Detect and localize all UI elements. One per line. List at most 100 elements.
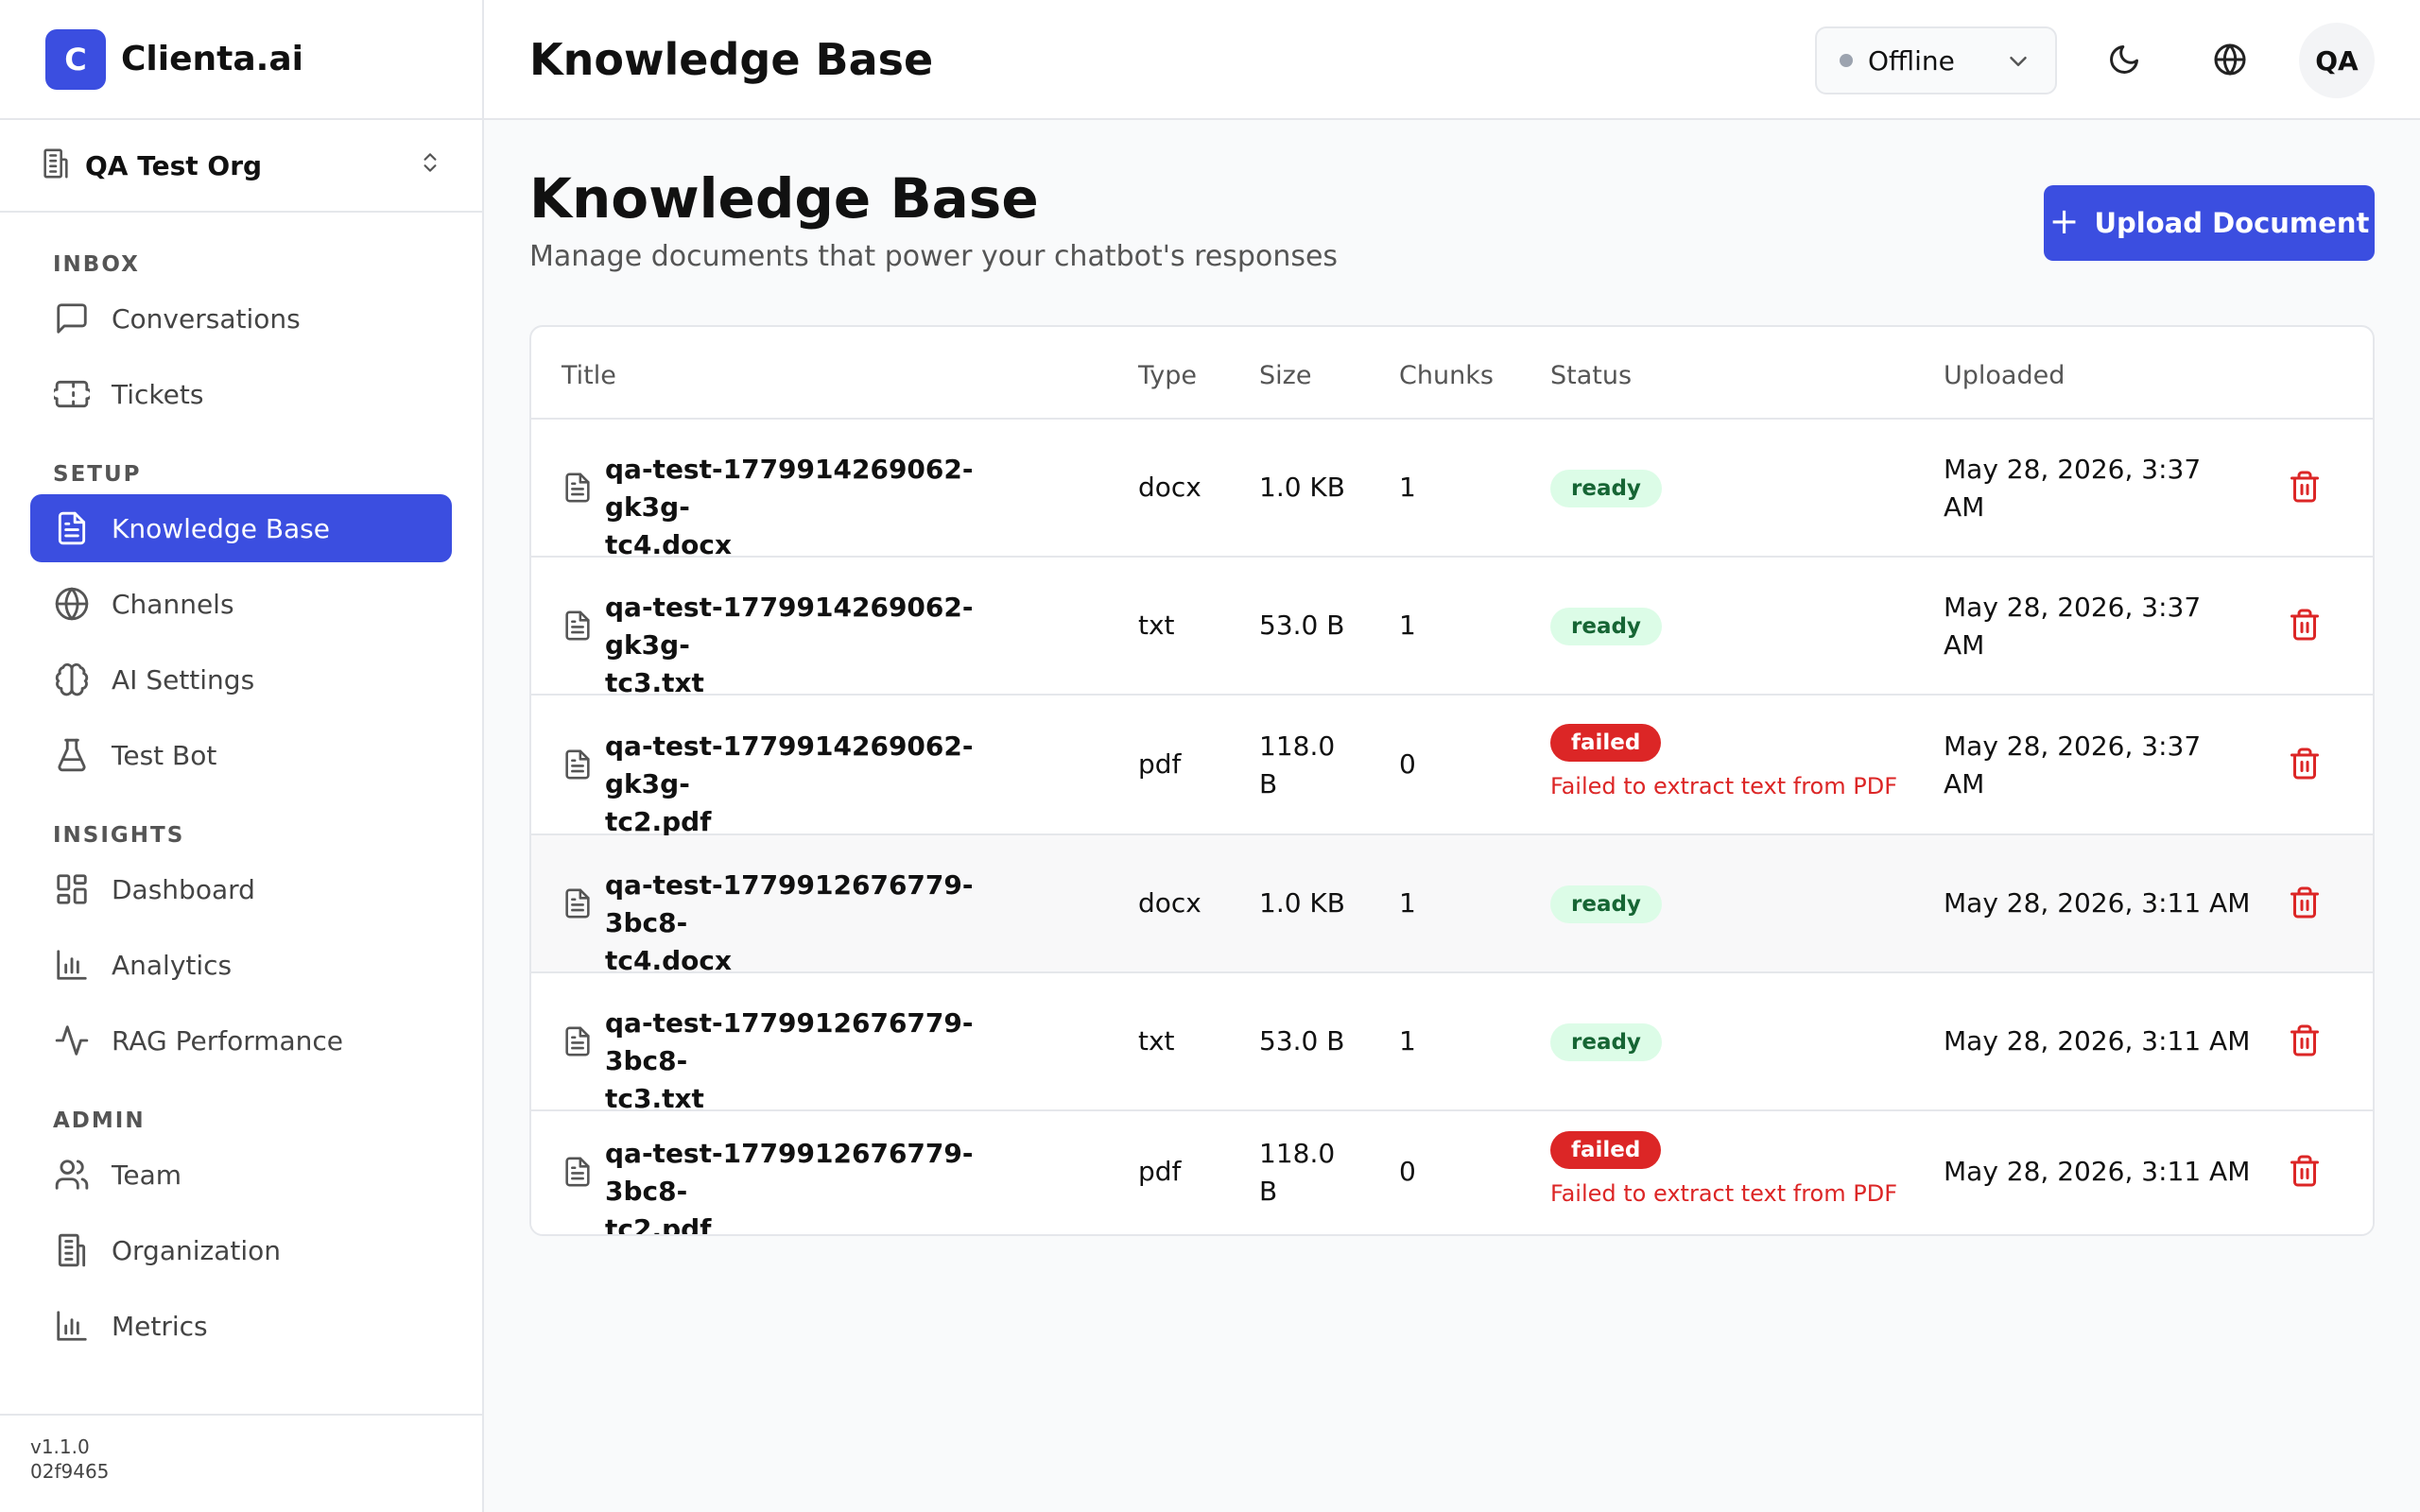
- document-title-line: qa-test-1779914269062-gk3g-: [605, 730, 974, 799]
- avatar[interactable]: QA: [2299, 23, 2375, 98]
- column-header-status[interactable]: Status: [1550, 361, 1632, 390]
- activity-icon: [53, 1022, 91, 1059]
- sidebar-nav: INBOX Conversations Tickets SETUP Knowledge …: [0, 213, 482, 1360]
- sidebar-item-label: Dashboard: [112, 873, 255, 905]
- status-value: Offline: [1868, 44, 1955, 77]
- sidebar-item-analytics[interactable]: Analytics: [30, 931, 452, 999]
- sidebar-item-label: RAG Performance: [112, 1024, 344, 1057]
- status-error-message: Failed to extract text from PDF: [1550, 773, 1897, 799]
- status-error-message: Failed to extract text from PDF: [1550, 1180, 1897, 1207]
- document-size: 118.0 B: [1259, 728, 1335, 803]
- document-uploaded-line: May 28, 2026, 3:37: [1944, 592, 2202, 623]
- table-row[interactable]: qa-test-1779914269062-gk3g-tc2.pdf pdf 118…: [531, 696, 2373, 837]
- trash-icon[interactable]: [2288, 885, 2325, 923]
- message-square-icon: [53, 300, 91, 337]
- globe-icon: [53, 585, 91, 623]
- document-title[interactable]: qa-test-1779914269062-gk3g-tc2.pdf: [605, 728, 1049, 841]
- file-text-icon: [53, 509, 91, 547]
- column-header-title[interactable]: Title: [562, 361, 616, 390]
- sidebar-item-conversations[interactable]: Conversations: [30, 284, 452, 352]
- column-header-uploaded[interactable]: Uploaded: [1944, 361, 2065, 390]
- document-title[interactable]: qa-test-1779912676779-3bc8- tc3.txt: [605, 1005, 1049, 1118]
- document-size: 118.0 B: [1259, 1135, 1335, 1211]
- upload-document-button[interactable]: + Upload Document: [2044, 185, 2375, 261]
- ticket-icon: [53, 375, 91, 413]
- column-header-size[interactable]: Size: [1259, 361, 1311, 390]
- document-title-line: tc2.pdf: [605, 1213, 712, 1236]
- sidebar-item-label: Channels: [112, 588, 234, 620]
- sidebar-item-label: AI Settings: [112, 663, 255, 696]
- table-body: qa-test-1779914269062-gk3g-tc4.docx docx 1…: [531, 420, 2373, 1234]
- sidebar-item-channels[interactable]: Channels: [30, 570, 452, 638]
- trash-icon[interactable]: [2288, 1023, 2325, 1061]
- sidebar-item-label: Test Bot: [112, 739, 217, 771]
- document-type: pdf: [1138, 1156, 1182, 1187]
- sidebar-item-label: Knowledge Base: [112, 512, 330, 544]
- column-header-type[interactable]: Type: [1138, 361, 1197, 390]
- document-size: 53.0 B: [1259, 610, 1345, 641]
- document-title[interactable]: qa-test-1779912676779-3bc8- tc4.docx: [605, 867, 1049, 980]
- sidebar-item-label: Organization: [112, 1234, 282, 1266]
- sidebar-item-tickets[interactable]: Tickets: [30, 360, 452, 428]
- document-title[interactable]: qa-test-1779912676779-3bc8- tc2.pdf: [605, 1135, 1049, 1236]
- org-switcher[interactable]: QA Test Org: [0, 120, 482, 213]
- status-badge: ready: [1550, 608, 1662, 645]
- sidebar-item-label: Metrics: [112, 1310, 208, 1342]
- document-uploaded: May 28, 2026, 3:11 AM: [1944, 1025, 2251, 1057]
- table-row[interactable]: qa-test-1779914269062-gk3g-tc3.txt txt 53.…: [531, 558, 2373, 698]
- bar-chart-icon: [53, 946, 91, 984]
- version-hash: 02f9465: [30, 1460, 110, 1483]
- document-title[interactable]: qa-test-1779914269062-gk3g-tc4.docx: [605, 451, 1049, 564]
- table-row[interactable]: qa-test-1779912676779-3bc8- tc2.pdf pdf 118…: [531, 1111, 2373, 1234]
- document-uploaded: May 28, 2026, 3:11 AM: [1944, 887, 2251, 919]
- nav-section-label: SETUP: [53, 462, 142, 487]
- document-title-line: qa-test-1779912676779-3bc8-: [605, 1138, 974, 1207]
- sidebar-item-knowledge-base[interactable]: Knowledge Base: [30, 494, 452, 562]
- status-select[interactable]: Offline: [1815, 26, 2057, 94]
- sidebar-item-label: Conversations: [112, 302, 301, 335]
- trash-icon[interactable]: [2288, 608, 2325, 645]
- moon-icon[interactable]: [2102, 38, 2146, 81]
- brand-name: Clienta.ai: [121, 40, 303, 78]
- trash-icon[interactable]: [2288, 470, 2325, 507]
- brand-logo: C: [45, 28, 106, 90]
- document-uploaded-line: AM: [1944, 629, 1985, 661]
- sidebar-item-rag-performance[interactable]: RAG Performance: [30, 1006, 452, 1074]
- document-size: 1.0 KB: [1259, 887, 1345, 919]
- document-title[interactable]: qa-test-1779914269062-gk3g-tc3.txt: [605, 589, 1049, 702]
- sidebar-item-dashboard[interactable]: Dashboard: [30, 855, 452, 923]
- chevrons-up-down-icon: [418, 148, 442, 183]
- document-size-line: B: [1259, 1176, 1278, 1207]
- sidebar-item-team[interactable]: Team: [30, 1141, 452, 1209]
- document-size-line: 118.0: [1259, 1138, 1336, 1169]
- version-info: v1.1.0 02f9465: [0, 1414, 482, 1512]
- sidebar-item-organization[interactable]: Organization: [30, 1216, 452, 1284]
- document-type: docx: [1138, 887, 1201, 919]
- document-type: txt: [1138, 1025, 1175, 1057]
- documents-table: Title Type Size Chunks Status Uploaded q…: [529, 325, 2375, 1236]
- globe-icon[interactable]: [2208, 38, 2252, 81]
- sidebar-item-label: Tickets: [112, 378, 204, 410]
- sidebar-item-ai-settings[interactable]: AI Settings: [30, 645, 452, 713]
- document-uploaded-line: May 28, 2026, 3:37: [1944, 730, 2202, 762]
- table-row[interactable]: qa-test-1779912676779-3bc8- tc4.docx docx 1…: [531, 835, 2373, 976]
- status-badge: ready: [1550, 470, 1662, 507]
- sidebar-item-metrics[interactable]: Metrics: [30, 1292, 452, 1360]
- file-text-icon: [562, 1025, 594, 1061]
- trash-icon[interactable]: [2288, 1154, 2325, 1192]
- nav-section-label: INBOX: [53, 252, 140, 277]
- document-chunks: 1: [1399, 1025, 1416, 1057]
- status-badge: failed: [1550, 724, 1662, 762]
- sidebar-item-test-bot[interactable]: Test Bot: [30, 721, 452, 789]
- upload-button-label: Upload Document: [2094, 207, 2370, 239]
- file-text-icon: [562, 748, 594, 784]
- table-row[interactable]: qa-test-1779914269062-gk3g-tc4.docx docx 1…: [531, 420, 2373, 560]
- document-uploaded: May 28, 2026, 3:37 AM: [1944, 589, 2201, 664]
- document-chunks: 1: [1399, 887, 1416, 919]
- column-header-chunks[interactable]: Chunks: [1399, 361, 1494, 390]
- document-type: docx: [1138, 472, 1201, 503]
- document-uploaded-line: May 28, 2026, 3:37: [1944, 454, 2202, 485]
- brand[interactable]: C Clienta.ai: [0, 0, 482, 120]
- table-row[interactable]: qa-test-1779912676779-3bc8- tc3.txt txt 53.…: [531, 973, 2373, 1114]
- trash-icon[interactable]: [2288, 747, 2325, 784]
